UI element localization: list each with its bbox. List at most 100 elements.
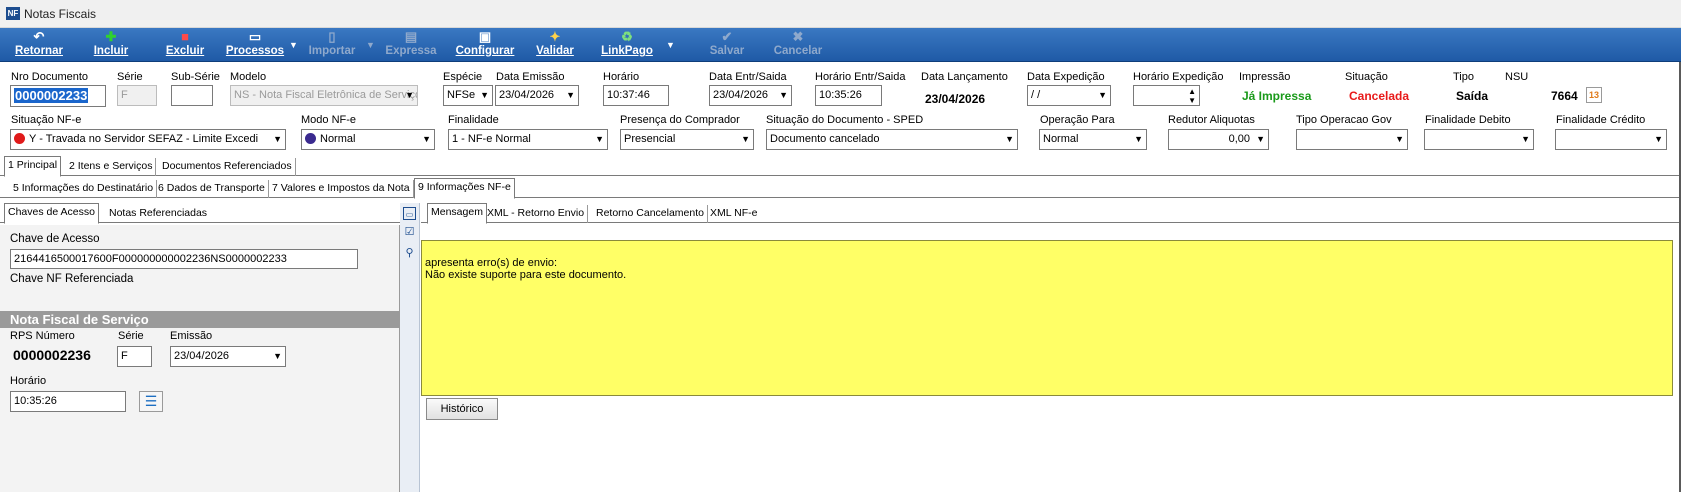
validar-button[interactable]: ✦ Validar xyxy=(533,30,577,60)
impressao-label: Impressão xyxy=(1239,71,1291,83)
data-entr-saida-input[interactable]: 23/04/2026 ▼ xyxy=(709,85,792,106)
horario-entr-saida-input[interactable]: 10:35:26 xyxy=(815,85,882,106)
message-line-2: Não existe suporte para este documento. xyxy=(425,269,627,281)
tab-xml-retorno-envio[interactable]: XML - Retorno Envio xyxy=(484,205,589,223)
import-icon: ▯ xyxy=(328,29,336,44)
data-entr-saida-label: Data Entr/Saida xyxy=(709,71,787,83)
historico-button[interactable]: Histórico xyxy=(426,398,498,420)
cancelar-button[interactable]: ✖ Cancelar xyxy=(772,30,824,60)
presenca-select[interactable]: Presencial ▼ xyxy=(620,129,754,150)
situacao-nfe-label: Situação NF-e xyxy=(11,114,82,126)
nfs-horario-input[interactable]: 10:35:26 xyxy=(10,391,126,412)
tab-transporte[interactable]: 6 Dados de Transporte xyxy=(155,180,269,198)
tab-mensagem[interactable]: Mensagem xyxy=(427,203,487,224)
presenca-label: Presença do Comprador xyxy=(620,114,740,126)
modelo-label: Modelo xyxy=(230,71,267,83)
sub-serie-label: Sub-Série xyxy=(171,71,220,83)
finalidade-debito-label: Finalidade Debito xyxy=(1425,114,1511,126)
chave-acesso-input[interactable]: 2164416500017600F000000000002236NS000000… xyxy=(10,249,358,269)
tab-itens-servicos[interactable]: 2 Itens e Serviços xyxy=(66,158,157,176)
data-emissao-label: Data Emissão xyxy=(496,71,565,83)
tab-documentos-referenciados[interactable]: Documentos Referenciados xyxy=(159,158,296,176)
horario-expedicao-label: Horário Expedição xyxy=(1133,71,1224,83)
cancel-x-icon: ✖ xyxy=(792,29,804,44)
incluir-button[interactable]: ✚ Incluir xyxy=(88,30,134,60)
especie-select[interactable]: NFSe ▼ xyxy=(443,85,493,106)
processos-dropdown-icon[interactable]: ▼ xyxy=(289,40,298,50)
spinner-icon: ▲ ▼ xyxy=(1188,87,1196,105)
search-icon[interactable]: ⚲ xyxy=(403,247,416,260)
recycle-icon: ♻ xyxy=(621,29,633,44)
linkpago-button[interactable]: ♻ LinkPago xyxy=(599,30,655,60)
finalidade-select[interactable]: 1 - NF-e Normal ▼ xyxy=(448,129,608,150)
nro-documento-label: Nro Documento xyxy=(11,71,89,83)
tab-principal[interactable]: 1 Principal xyxy=(4,156,62,177)
tab-notas-referenciadas[interactable]: Notas Referenciadas xyxy=(106,205,210,223)
expressa-button[interactable]: ▤ Expressa xyxy=(385,30,437,60)
chevron-down-icon: ▼ xyxy=(595,134,604,144)
configurar-button[interactable]: ▣ Configurar xyxy=(453,30,517,60)
excluir-button[interactable]: ■ Excluir xyxy=(162,30,208,60)
nro-documento-input[interactable]: 0000002233 xyxy=(10,85,106,107)
delete-icon: ■ xyxy=(181,29,189,44)
tab-destinatario[interactable]: 5 Informações do Destinatário xyxy=(10,180,158,198)
finalidade-debito-select[interactable]: ▼ xyxy=(1424,129,1534,150)
data-emissao-input[interactable]: 23/04/2026 ▼ xyxy=(495,85,579,106)
horario-entr-saida-label: Horário Entr/Saida xyxy=(815,71,906,83)
horario-input[interactable]: 10:37:46 xyxy=(603,85,669,106)
nfs-emissao-label: Emissão xyxy=(170,330,213,342)
situacao-nfe-select[interactable]: Y - Travada no Servidor SEFAZ - Limite E… xyxy=(10,129,286,150)
rps-numero-value: 0000002236 xyxy=(13,347,91,363)
blue-status-icon xyxy=(305,133,316,144)
chevron-down-icon: ▼ xyxy=(405,90,414,100)
operacao-para-select[interactable]: Normal ▼ xyxy=(1039,129,1147,150)
tab-xml-nfe[interactable]: XML NF-e xyxy=(707,205,760,223)
sub-serie-input[interactable] xyxy=(171,85,213,106)
serie-input[interactable]: F xyxy=(117,85,157,106)
finalidade-credito-label: Finalidade Crédito xyxy=(1556,114,1646,126)
linkpago-dropdown-icon[interactable]: ▼ xyxy=(666,40,675,50)
nfs-serie-input[interactable]: F xyxy=(117,346,152,367)
check-icon: ✔ xyxy=(721,29,733,44)
left-tab-strip: Chaves de Acesso Notas Referenciadas xyxy=(0,203,400,224)
importar-dropdown-icon[interactable]: ▼ xyxy=(366,40,375,50)
situacao-doc-select[interactable]: Documento cancelado ▼ xyxy=(766,129,1018,150)
message-line-1: apresenta erro(s) de envio: xyxy=(425,257,558,269)
retornar-button[interactable]: ↶ Retornar xyxy=(10,30,68,60)
chevron-down-icon: ▼ xyxy=(1654,134,1663,144)
chevron-down-icon: ▼ xyxy=(1005,134,1014,144)
data-expedicao-label: Data Expedição xyxy=(1027,71,1105,83)
modo-nfe-select[interactable]: Normal ▼ xyxy=(301,129,435,150)
tab-informacoes-nfe[interactable]: 9 Informações NF-e xyxy=(414,178,515,199)
processos-button[interactable]: ▭ Processos xyxy=(224,30,286,60)
tab-retorno-cancelamento[interactable]: Retorno Cancelamento xyxy=(593,205,708,223)
nsu-value: 7664 xyxy=(1551,89,1578,103)
operacao-para-label: Operação Para xyxy=(1040,114,1115,126)
chave-acesso-label: Chave de Acesso xyxy=(10,233,100,245)
redutor-input[interactable]: 0,00 ▼ xyxy=(1168,129,1269,150)
tipo-operacao-gov-select[interactable]: ▼ xyxy=(1296,129,1408,150)
horario-expedicao-input[interactable]: ▲ ▼ xyxy=(1133,85,1200,106)
tipo-operacao-gov-label: Tipo Operacao Gov xyxy=(1296,114,1392,126)
data-expedicao-input[interactable]: / / ▼ xyxy=(1027,85,1111,106)
data-lancamento-label: Data Lançamento xyxy=(921,71,1008,83)
time-list-icon[interactable]: ☰ xyxy=(139,391,163,412)
document-icon: ▤ xyxy=(404,29,418,44)
chevron-down-icon: ▼ xyxy=(1134,134,1143,144)
nsu-lookup-icon[interactable]: 13 xyxy=(1586,87,1602,103)
importar-button[interactable]: ▯ Importar xyxy=(304,30,360,60)
modo-nfe-label: Modo NF-e xyxy=(301,114,357,126)
message-box[interactable]: apresenta erro(s) de envio: Não existe s… xyxy=(421,240,1673,396)
impressao-value: Já Impressa xyxy=(1242,89,1312,103)
salvar-button[interactable]: ✔ Salvar xyxy=(705,30,749,60)
tab-chaves-acesso[interactable]: Chaves de Acesso xyxy=(4,203,99,224)
finalidade-credito-select[interactable]: ▼ xyxy=(1555,129,1667,150)
checklist-icon[interactable]: ☑ xyxy=(403,226,416,239)
modelo-select[interactable]: NS - Nota Fiscal Eletrônica de Serviço ▼ xyxy=(230,85,418,106)
nfs-emissao-input[interactable]: 23/04/2026 ▼ xyxy=(170,346,286,367)
document-icon[interactable]: ▭ xyxy=(403,207,416,220)
chevron-down-icon: ▼ xyxy=(779,90,788,100)
chevron-down-icon: ▼ xyxy=(1521,134,1530,144)
sub-tab-strip: 5 Informações do Destinatário 6 Dados de… xyxy=(0,178,1681,199)
tab-valores-impostos[interactable]: 7 Valores e Impostos da Nota xyxy=(269,180,414,198)
